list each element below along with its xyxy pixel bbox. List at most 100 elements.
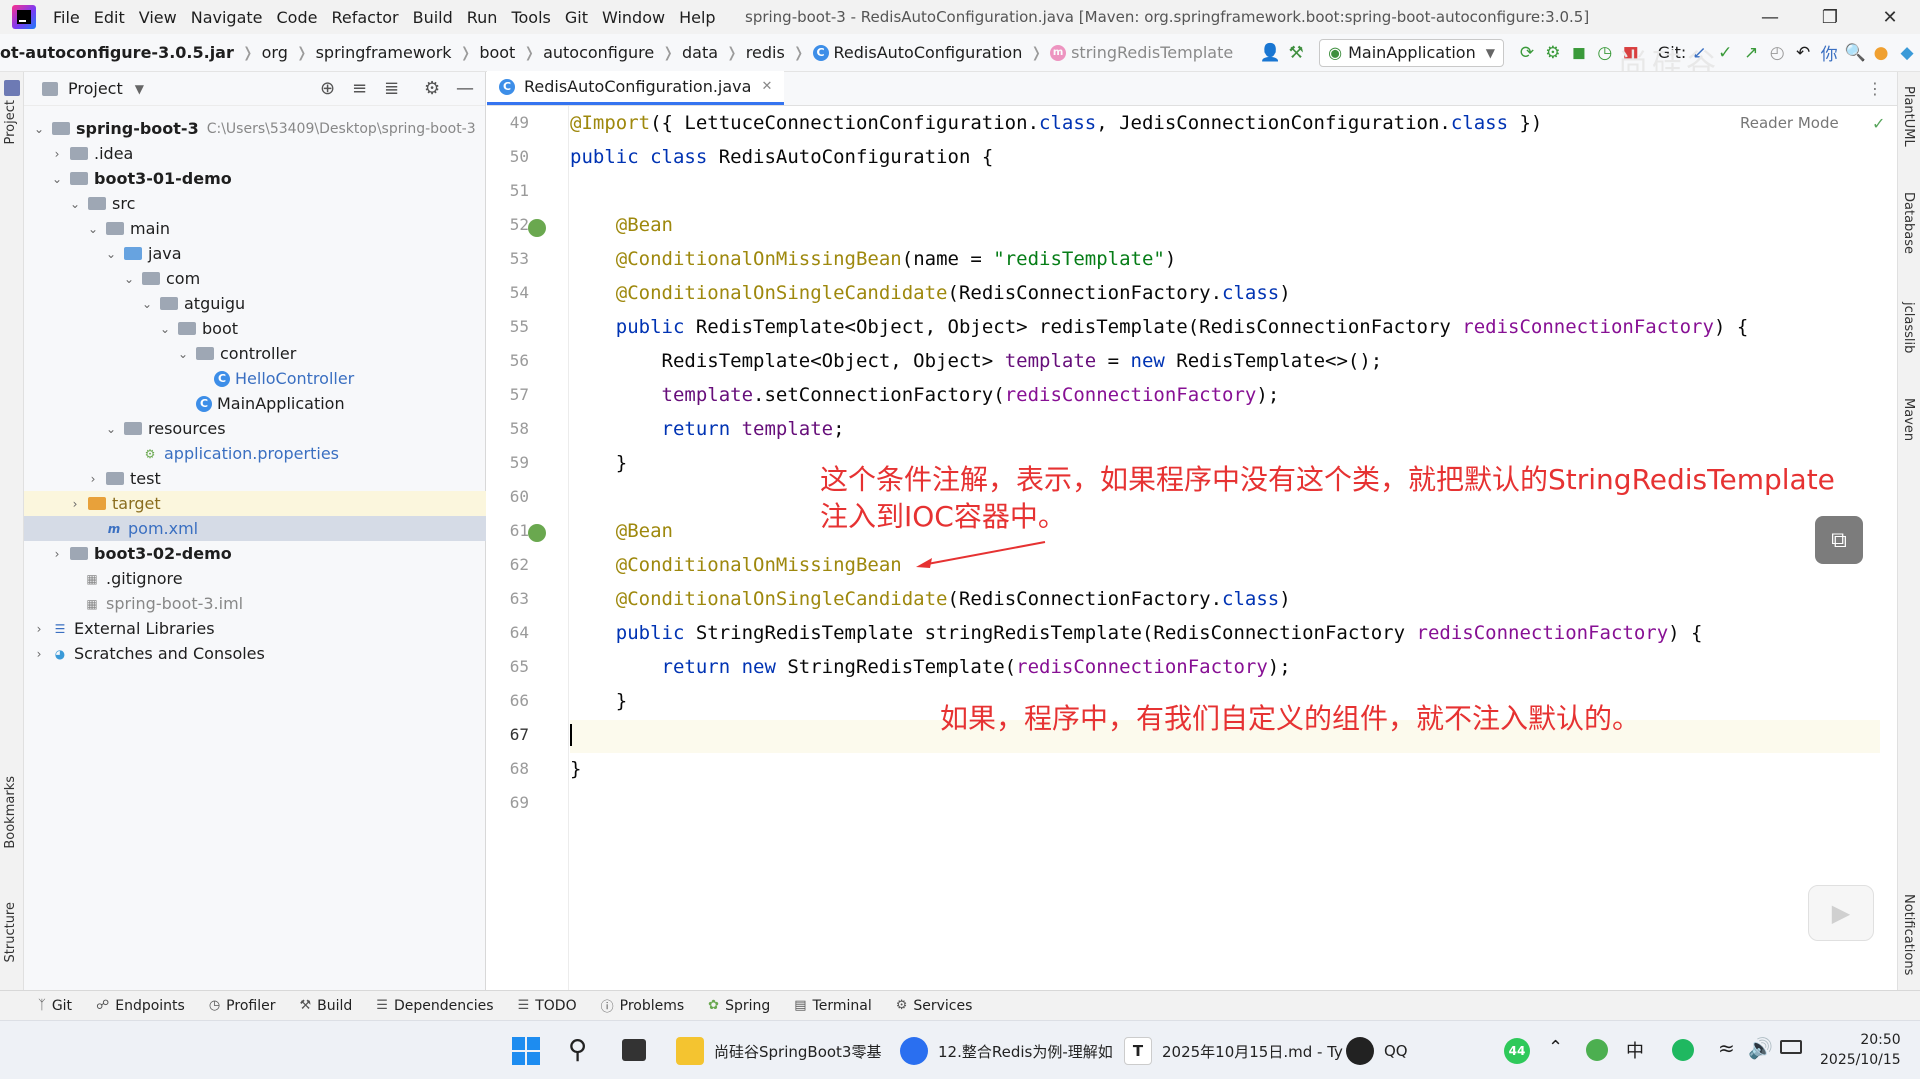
- breadcrumb-autoconfigure[interactable]: autoconfigure: [543, 43, 654, 62]
- chevron-down-icon[interactable]: ▼: [135, 82, 144, 96]
- maximize-button[interactable]: ❐: [1800, 0, 1860, 34]
- taskbar-app-qq[interactable]: QQ: [1346, 1035, 1408, 1067]
- tree-item-main[interactable]: ⌄ main: [24, 216, 486, 241]
- tab-bookmarks[interactable]: Bookmarks: [3, 776, 18, 849]
- tab-build[interactable]: ⚒ Build: [299, 998, 352, 1014]
- tree-item-mainapplication[interactable]: C MainApplication: [24, 391, 486, 416]
- tree-item-test[interactable]: › test: [24, 466, 486, 491]
- system-clock[interactable]: 20:50 2025/10/15: [1820, 1030, 1901, 1070]
- fullscreen-icon[interactable]: ⧉: [1815, 516, 1863, 564]
- tray-app-icon[interactable]: [1586, 1039, 1608, 1061]
- tree-item-controller[interactable]: ⌄ controller: [24, 341, 486, 366]
- tree-item-scratches[interactable]: › ◕ Scratches and Consoles: [24, 641, 486, 666]
- breadcrumb-data[interactable]: data: [682, 43, 718, 62]
- menu-code[interactable]: Code: [270, 8, 325, 27]
- tree-item-boot3-02-demo[interactable]: › boot3-02-demo: [24, 541, 486, 566]
- volume-icon[interactable]: 🔊: [1748, 1036, 1773, 1060]
- wechat-icon[interactable]: [1672, 1039, 1694, 1061]
- hide-panel-icon[interactable]: —: [456, 78, 474, 99]
- code-editor[interactable]: @Import({ LettuceConnectionConfiguration…: [570, 106, 1880, 990]
- tree-item-java[interactable]: ⌄ java: [24, 241, 486, 266]
- tree-item-boot[interactable]: ⌄ boot: [24, 316, 486, 341]
- breadcrumb-jar[interactable]: ot-autoconfigure-3.0.5.jar: [0, 43, 234, 62]
- tab-terminal[interactable]: ▤ Terminal: [794, 998, 871, 1014]
- windows-start-icon[interactable]: [512, 1037, 540, 1065]
- ime-indicator[interactable]: 中: [1626, 1037, 1644, 1063]
- taskbar-app-typora[interactable]: T 2025年10月15日.md - Ty: [1124, 1035, 1343, 1067]
- tab-jclasslib[interactable]: jclasslib: [1901, 302, 1916, 353]
- expand-all-icon[interactable]: ≡: [352, 78, 367, 99]
- tree-item-com[interactable]: ⌄ com: [24, 266, 486, 291]
- reader-mode-toggle[interactable]: Reader Mode: [1740, 114, 1839, 132]
- tab-project[interactable]: Project: [3, 100, 18, 144]
- hammer-icon[interactable]: ⚒: [1285, 40, 1307, 66]
- tab-plantuml[interactable]: PlantUML: [1901, 86, 1916, 147]
- task-view-icon[interactable]: [622, 1039, 646, 1061]
- tab-structure[interactable]: Structure: [3, 902, 18, 962]
- tree-item-external-libraries[interactable]: › ☰ External Libraries: [24, 616, 486, 641]
- menu-refactor[interactable]: Refactor: [324, 8, 405, 27]
- menu-window[interactable]: Window: [595, 8, 672, 27]
- search-icon[interactable]: 🔍: [1844, 40, 1866, 66]
- menu-git[interactable]: Git: [558, 8, 595, 27]
- play-icon[interactable]: ▶: [1808, 885, 1874, 941]
- tab-services[interactable]: ⚙ Services: [896, 998, 973, 1014]
- coverage-icon[interactable]: ◼: [1568, 40, 1590, 66]
- minimize-button[interactable]: —: [1740, 0, 1800, 34]
- tree-item-idea[interactable]: › .idea: [24, 141, 486, 166]
- tab-notifications[interactable]: Notifications: [1901, 894, 1916, 975]
- taskbar-app-browser[interactable]: 12.整合Redis为例-理解如: [900, 1035, 1113, 1067]
- tree-item-resources[interactable]: ⌄ resources: [24, 416, 486, 441]
- tree-item-atguigu[interactable]: ⌄ atguigu: [24, 291, 486, 316]
- battery-icon[interactable]: [1780, 1040, 1802, 1054]
- tab-dependencies[interactable]: ☰ Dependencies: [376, 998, 493, 1014]
- breadcrumb-org[interactable]: org: [262, 43, 288, 62]
- bean-gutter-icon[interactable]: [528, 524, 546, 542]
- menu-tools[interactable]: Tools: [504, 8, 557, 27]
- debug-icon[interactable]: ⚙: [1542, 40, 1564, 66]
- history-icon[interactable]: ◴: [1766, 40, 1788, 66]
- tree-item-src[interactable]: ⌄ src: [24, 191, 486, 216]
- inspection-ok-icon[interactable]: ✓: [1872, 114, 1885, 133]
- tab-maven[interactable]: Maven: [1901, 398, 1916, 441]
- breadcrumb-method[interactable]: m stringRedisTemplate: [1050, 43, 1233, 62]
- tree-item-boot3-01-demo[interactable]: ⌄ boot3-01-demo: [24, 166, 486, 191]
- breadcrumb-class[interactable]: C RedisAutoConfiguration: [812, 43, 1022, 62]
- more-options-icon[interactable]: ⋮: [1867, 79, 1883, 98]
- tab-git[interactable]: ᛉ Git: [38, 998, 72, 1014]
- editor-tab-redisautoconfiguration[interactable]: C RedisAutoConfiguration.java ✕: [487, 71, 785, 105]
- taskbar-app-explorer[interactable]: 尚硅谷SpringBoot3零基: [676, 1035, 881, 1067]
- tab-endpoints[interactable]: ☍ Endpoints: [96, 998, 185, 1014]
- tree-item-pom-xml[interactable]: m pom.xml: [24, 516, 486, 541]
- tree-item-spring-boot-3[interactable]: ⌄ spring-boot-3 C:\Users\53409\Desktop\s…: [24, 116, 486, 141]
- plugin-icon[interactable]: ●: [1870, 40, 1892, 66]
- tab-todo[interactable]: ☰ TODO: [518, 998, 577, 1014]
- menu-view[interactable]: View: [132, 8, 184, 27]
- tree-item-gitignore[interactable]: ▦ .gitignore: [24, 566, 486, 591]
- rerun-icon[interactable]: ⟳: [1516, 40, 1538, 66]
- tab-problems[interactable]: ⓘ Problems: [601, 996, 685, 1016]
- menu-help[interactable]: Help: [672, 8, 722, 27]
- tab-database[interactable]: Database: [1901, 192, 1916, 254]
- tree-item-target[interactable]: › target: [24, 491, 486, 516]
- close-window-button[interactable]: ✕: [1860, 0, 1920, 34]
- rollback-icon[interactable]: ↶: [1792, 40, 1814, 66]
- bean-gutter-icon[interactable]: [528, 219, 546, 237]
- chevron-up-icon[interactable]: ⌃: [1548, 1037, 1563, 1058]
- tree-item-hellocontroller[interactable]: C HelloController: [24, 366, 486, 391]
- notification-count-badge[interactable]: 44: [1504, 1038, 1530, 1064]
- menu-edit[interactable]: Edit: [87, 8, 132, 27]
- breadcrumb-boot[interactable]: boot: [479, 43, 515, 62]
- translate-icon[interactable]: 你: [1818, 40, 1840, 66]
- tree-item-application-properties[interactable]: ⚙ application.properties: [24, 441, 486, 466]
- tab-spring[interactable]: ✿ Spring: [708, 998, 770, 1014]
- tab-profiler[interactable]: ◷ Profiler: [209, 998, 276, 1014]
- gear-icon[interactable]: ⚙: [424, 78, 440, 99]
- breadcrumb-springframework[interactable]: springframework: [316, 43, 452, 62]
- tree-item-iml[interactable]: ▦ spring-boot-3.iml: [24, 591, 486, 616]
- git-push-icon[interactable]: ↗: [1740, 40, 1762, 66]
- menu-run[interactable]: Run: [460, 8, 505, 27]
- user-icon[interactable]: 👤: [1259, 40, 1281, 66]
- breadcrumb-redis[interactable]: redis: [746, 43, 785, 62]
- wifi-icon[interactable]: ≈: [1718, 1036, 1735, 1060]
